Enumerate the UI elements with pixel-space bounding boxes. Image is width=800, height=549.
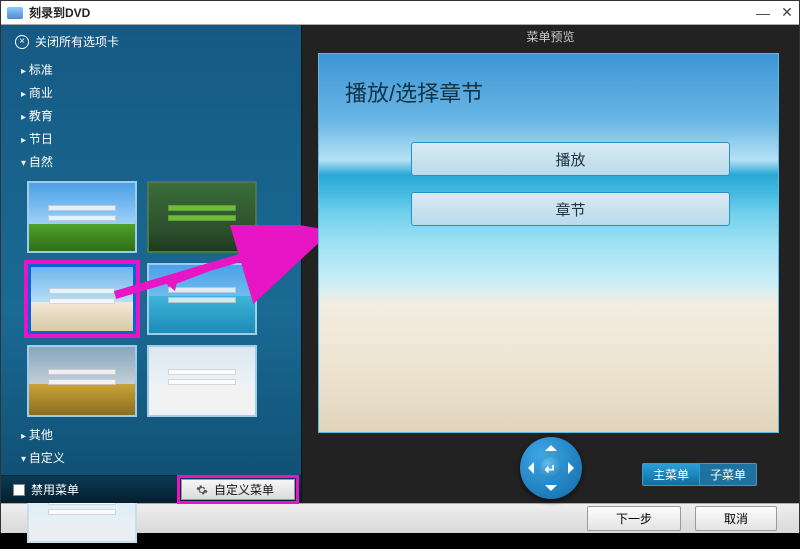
template-thumb[interactable] [27,181,137,253]
tab-main-menu[interactable]: 主菜单 [642,463,700,486]
checkbox-icon [13,484,25,496]
cat-custom[interactable]: 自定义 [21,446,291,469]
close-all-icon: × [15,35,29,49]
tab-sub-menu[interactable]: 子菜单 [700,463,757,486]
customize-menu-label: 自定义菜单 [214,481,274,498]
disable-menu-checkbox[interactable]: 禁用菜单 [1,476,181,503]
template-thumb[interactable] [147,345,257,417]
template-thumb[interactable] [147,263,257,335]
template-thumb[interactable] [27,345,137,417]
template-sidebar: × 关闭所有选项卡 标准 商业 教育 节日 自然 [1,25,301,503]
cat-business[interactable]: 商业 [21,81,291,104]
cat-education[interactable]: 教育 [21,104,291,127]
close-all-tabs[interactable]: × 关闭所有选项卡 [1,25,301,58]
dpad-enter[interactable] [540,457,562,479]
gear-icon [196,484,208,496]
template-thumb[interactable] [147,181,257,253]
preview-title: 播放/选择章节 [345,76,483,108]
window-title: 刻录到DVD [29,4,751,21]
menu-preview: 播放/选择章节 播放 章节 [318,53,779,433]
cat-holiday[interactable]: 节日 [21,127,291,150]
dpad-up[interactable] [545,439,557,451]
cat-nature[interactable]: 自然 [21,150,291,173]
cat-standard[interactable]: 标准 [21,58,291,81]
cat-other[interactable]: 其他 [21,423,291,446]
next-button[interactable]: 下一步 [587,506,681,531]
close-button[interactable]: ✕ [775,4,799,21]
preview-chapters-button[interactable]: 章节 [411,192,730,226]
nature-thumbnails [1,177,301,423]
dpad-left[interactable] [522,462,534,474]
preview-play-button[interactable]: 播放 [411,142,730,176]
minimize-button[interactable]: — [751,5,775,21]
preview-header: 菜单预览 [302,25,799,49]
template-thumb-selected[interactable] [27,263,137,335]
dpad-right[interactable] [568,462,580,474]
dpad: ↵ [520,437,582,499]
cancel-button[interactable]: 取消 [695,506,777,531]
app-icon [7,7,23,19]
customize-menu-button[interactable]: 自定义菜单 [181,479,295,500]
close-all-label: 关闭所有选项卡 [35,33,119,50]
dpad-down[interactable] [545,485,557,497]
disable-menu-label: 禁用菜单 [31,481,79,498]
